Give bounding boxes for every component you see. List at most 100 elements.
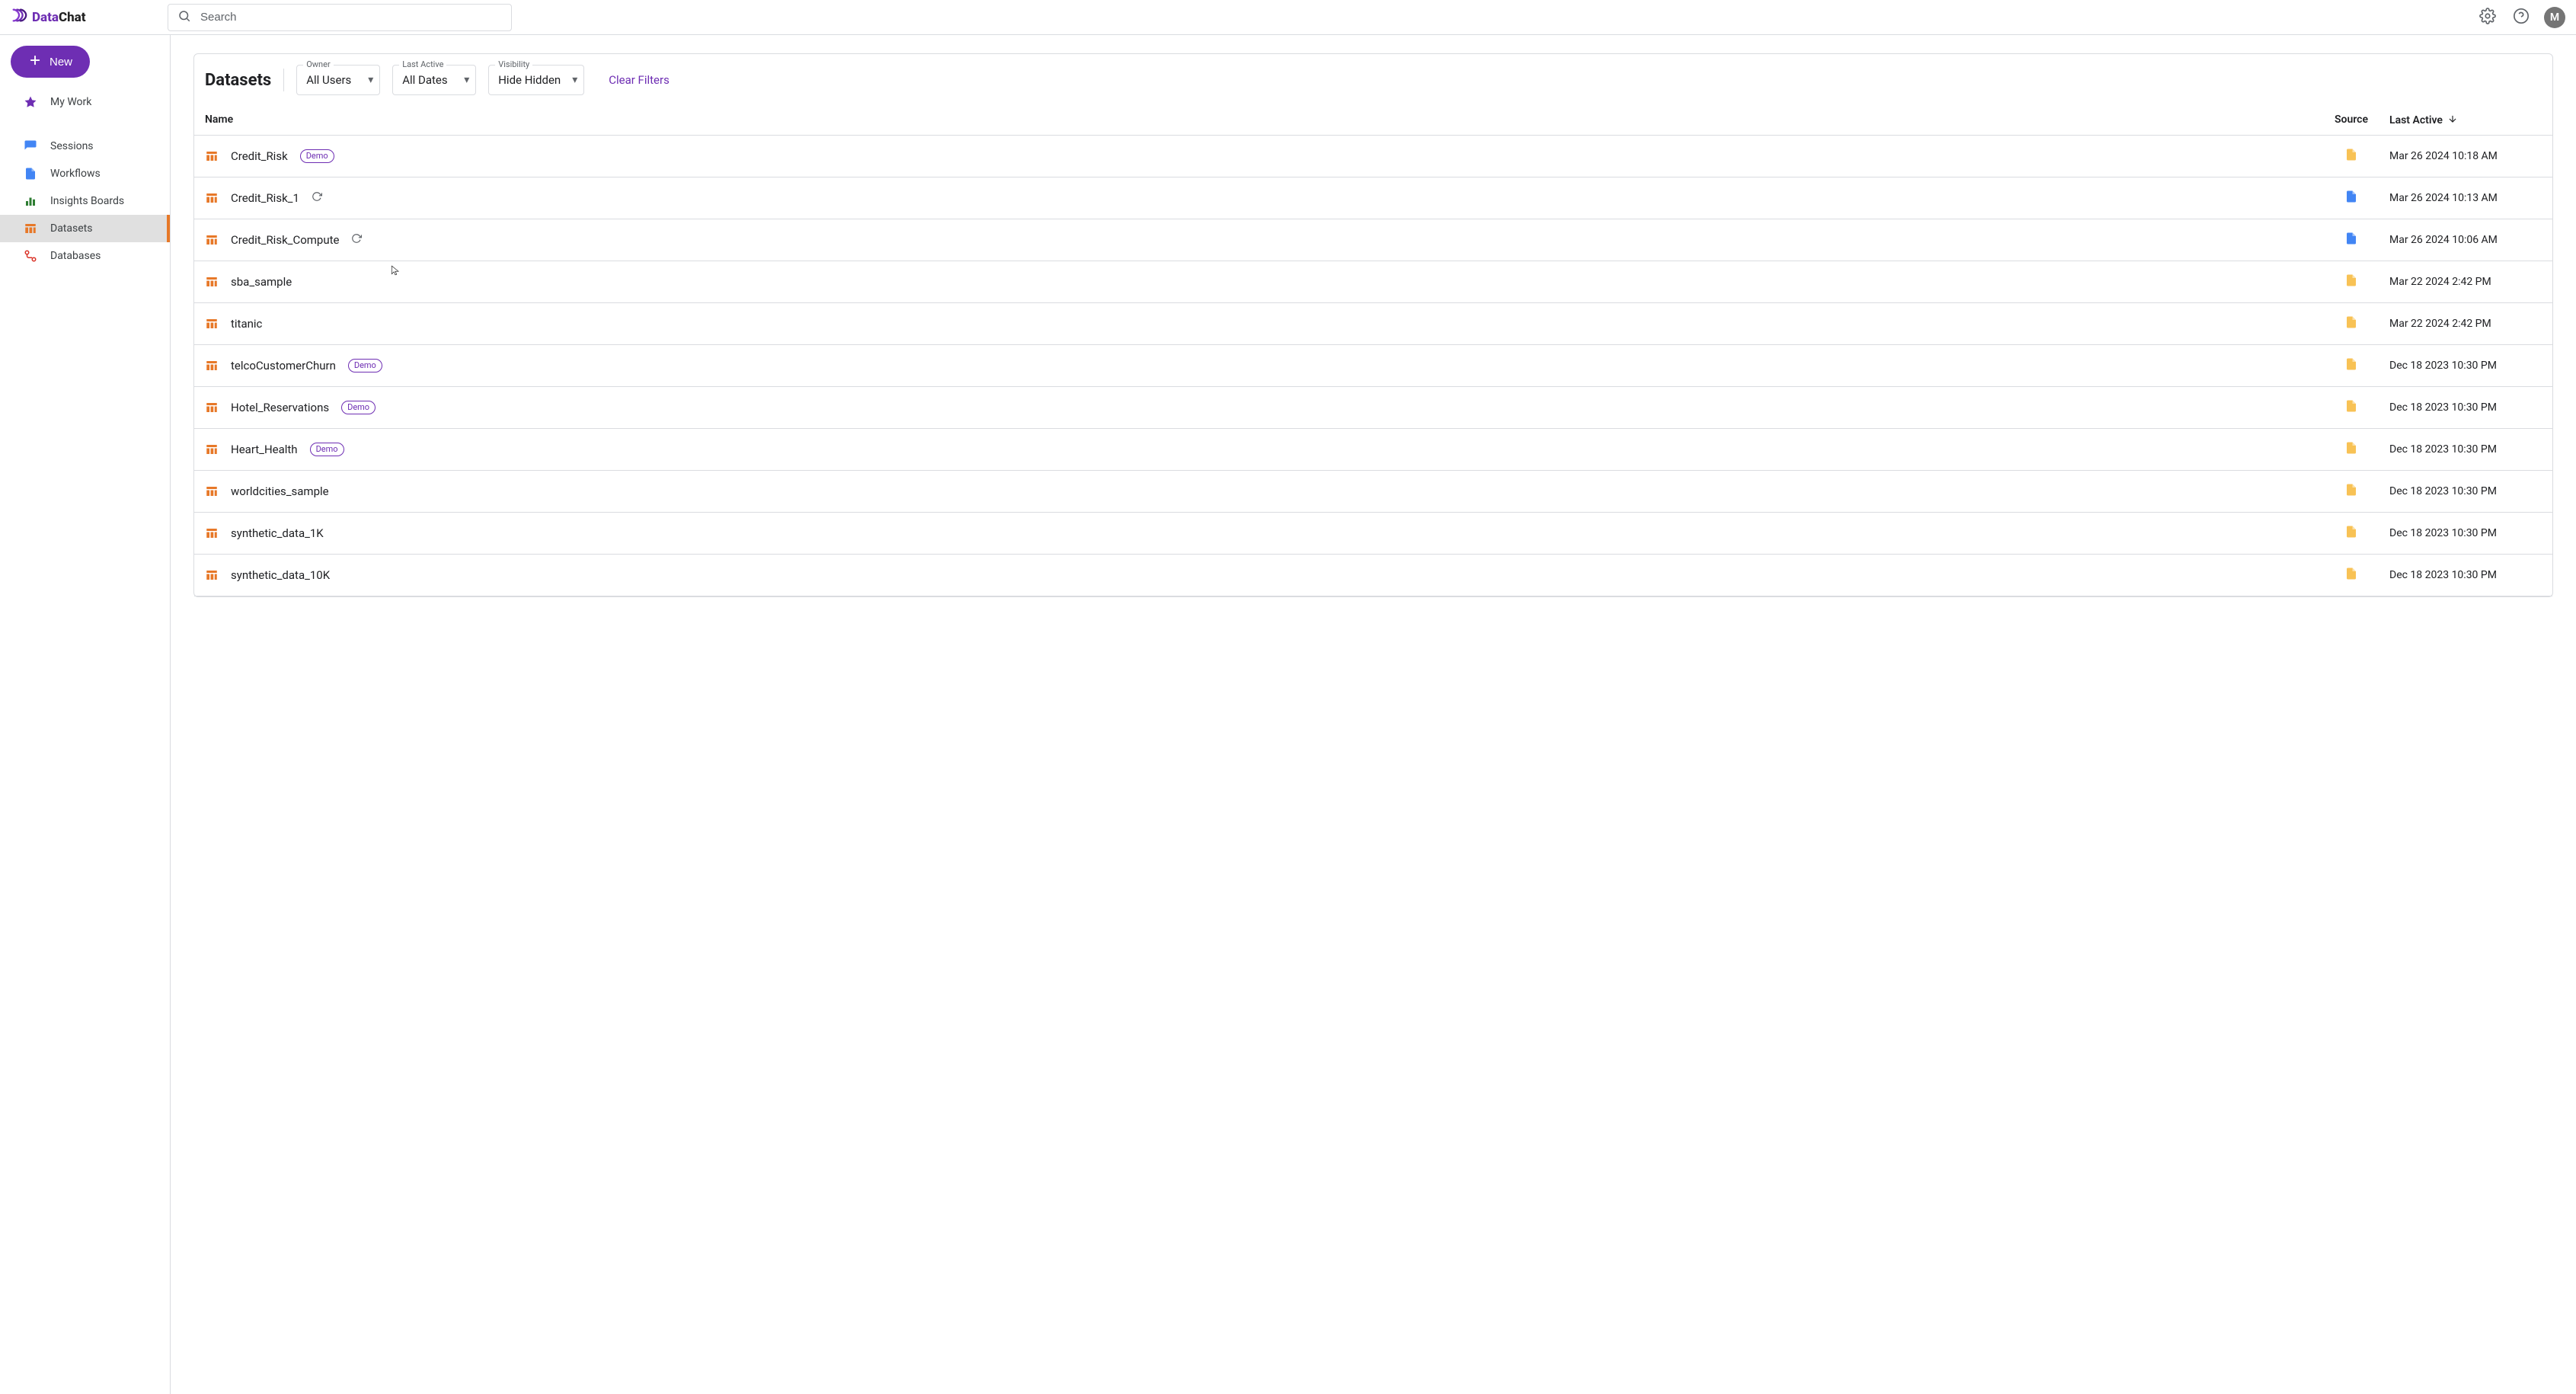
dataset-name: titanic xyxy=(231,317,262,331)
filter-owner[interactable]: Owner All Users ▾ xyxy=(296,65,380,95)
filter-label: Visibility xyxy=(495,59,532,69)
refresh-icon[interactable] xyxy=(312,191,322,205)
table-row[interactable]: Credit_Risk_1Mar 26 2024 10:13 AM xyxy=(194,177,2552,219)
cell-name: Credit_Risk Demo xyxy=(205,149,2321,163)
cell-source xyxy=(2321,525,2382,542)
file-icon xyxy=(2344,315,2358,332)
sidebar-item-workflows[interactable]: Workflows xyxy=(0,160,170,187)
table-row[interactable]: telcoCustomerChurnDemoDec 18 2023 10:30 … xyxy=(194,345,2552,387)
table-row[interactable]: synthetic_data_1KDec 18 2023 10:30 PM xyxy=(194,513,2552,555)
file-icon xyxy=(2344,525,2358,542)
search-input[interactable] xyxy=(199,10,502,24)
column-last-active[interactable]: Last Active xyxy=(2382,114,2542,127)
sidebar-item-insights[interactable]: Insights Boards xyxy=(0,187,170,215)
cell-name: synthetic_data_10K xyxy=(205,568,2321,582)
cell-source xyxy=(2321,357,2382,374)
cell-source xyxy=(2321,232,2382,248)
sidebar-item-databases[interactable]: Databases xyxy=(0,242,170,270)
dataset-name: synthetic_data_10K xyxy=(231,568,330,582)
filter-value: All Dates xyxy=(402,73,447,87)
sidebar-item-sessions[interactable]: Sessions xyxy=(0,133,170,160)
search-icon xyxy=(177,9,191,26)
cell-name: telcoCustomerChurn Demo xyxy=(205,359,2321,372)
dataset-name: Credit_Risk_1 xyxy=(231,191,299,205)
cell-last-active: Dec 18 2023 10:30 PM xyxy=(2382,485,2542,497)
dataset-icon xyxy=(205,568,219,582)
cell-last-active: Dec 18 2023 10:30 PM xyxy=(2382,401,2542,414)
dataset-name: Hotel_Reservations xyxy=(231,401,329,414)
cell-name: Hotel_ReservationsDemo xyxy=(205,401,2321,414)
table-row[interactable]: synthetic_data_10KDec 18 2023 10:30 PM xyxy=(194,555,2552,596)
global-search[interactable] xyxy=(168,4,512,31)
cell-last-active: Mar 22 2024 2:42 PM xyxy=(2382,276,2542,288)
sidebar-item-datasets[interactable]: Datasets xyxy=(0,215,170,242)
table-row[interactable]: worldcities_sampleDec 18 2023 10:30 PM xyxy=(194,471,2552,513)
column-name[interactable]: Name xyxy=(205,114,2321,127)
cell-name: titanic xyxy=(205,317,2321,331)
logo-mark-icon xyxy=(11,7,27,27)
settings-button[interactable] xyxy=(2477,7,2498,28)
dataset-icon xyxy=(205,233,219,247)
cell-name: Credit_Risk_Compute xyxy=(205,233,2321,247)
dataset-icon xyxy=(205,317,219,331)
demo-badge: Demo xyxy=(348,359,382,372)
dataset-name: sba_sample xyxy=(231,275,292,289)
column-source[interactable]: Source xyxy=(2321,114,2382,127)
sidebar-item-label: Databases xyxy=(50,250,101,262)
table-row[interactable]: titanic Mar 22 2024 2:42 PM xyxy=(194,303,2552,345)
file-icon xyxy=(2344,399,2358,416)
datasets-card: Datasets Owner All Users ▾ Last Active A… xyxy=(193,53,2553,597)
file-icon xyxy=(2344,567,2358,583)
clear-filters-link[interactable]: Clear Filters xyxy=(609,73,670,87)
gear-icon xyxy=(2479,8,2496,27)
filter-value: Hide Hidden xyxy=(498,73,561,87)
demo-badge: Demo xyxy=(300,149,334,163)
dataset-icon xyxy=(23,222,38,235)
dataset-icon xyxy=(205,191,219,205)
new-button[interactable]: New xyxy=(11,46,90,78)
file-icon xyxy=(2344,483,2358,500)
table-row[interactable]: Credit_Risk Demo Mar 26 2024 10:18 AM xyxy=(194,136,2552,177)
document-icon xyxy=(23,167,38,181)
dataset-name: synthetic_data_1K xyxy=(231,526,324,540)
table-row[interactable]: Hotel_ReservationsDemo Dec 18 2023 10:30 … xyxy=(194,387,2552,429)
dataset-icon xyxy=(205,443,219,456)
user-avatar[interactable]: M xyxy=(2544,7,2565,28)
app-logo[interactable]: DataChat xyxy=(11,7,168,27)
dataset-icon xyxy=(205,275,219,289)
database-icon xyxy=(23,249,38,263)
file-icon xyxy=(2344,190,2358,206)
help-button[interactable] xyxy=(2510,7,2532,28)
cell-name: synthetic_data_1K xyxy=(205,526,2321,540)
plus-icon xyxy=(28,53,42,70)
cell-last-active: Mar 22 2024 2:42 PM xyxy=(2382,318,2542,330)
table-row[interactable]: sba_sample Mar 22 2024 2:42 PM xyxy=(194,261,2552,303)
demo-badge: Demo xyxy=(310,443,344,456)
avatar-initial: M xyxy=(2550,11,2559,24)
help-icon xyxy=(2513,8,2530,27)
table-body: Credit_RiskDemoMar 26 2024 10:18 AMCredi… xyxy=(194,136,2552,596)
filter-last-active[interactable]: Last Active All Dates ▾ xyxy=(392,65,476,95)
table-row[interactable]: Credit_Risk_ComputeMar 26 2024 10:06 AM xyxy=(194,219,2552,261)
star-icon xyxy=(23,95,38,109)
sidebar-item-my-work[interactable]: My Work xyxy=(0,88,170,116)
dataset-icon xyxy=(205,359,219,372)
sort-desc-icon xyxy=(2447,114,2458,127)
dataset-name: Credit_Risk xyxy=(231,149,288,163)
chevron-down-icon: ▾ xyxy=(464,74,469,86)
cell-source xyxy=(2321,399,2382,416)
dataset-name: telcoCustomerChurn xyxy=(231,359,336,372)
filter-label: Last Active xyxy=(399,59,446,69)
refresh-icon[interactable] xyxy=(351,233,362,247)
dataset-icon xyxy=(205,401,219,414)
table-row[interactable]: Heart_HealthDemoDec 18 2023 10:30 PM xyxy=(194,429,2552,471)
dataset-icon xyxy=(205,149,219,163)
cell-last-active: Mar 26 2024 10:18 AM xyxy=(2382,150,2542,162)
app-header: DataChat xyxy=(0,0,2576,35)
sidebar-item-label: Workflows xyxy=(50,168,101,180)
file-icon xyxy=(2344,357,2358,374)
filter-label: Owner xyxy=(303,59,333,69)
cell-source xyxy=(2321,273,2382,290)
sidebar-item-label: Datasets xyxy=(50,222,92,235)
filter-visibility[interactable]: Visibility Hide Hidden ▾ xyxy=(488,65,584,95)
